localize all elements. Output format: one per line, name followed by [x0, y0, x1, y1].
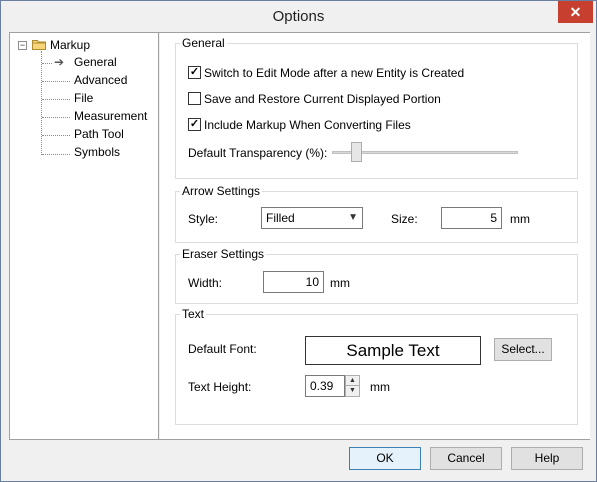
- transparency-slider-thumb[interactable]: [350, 142, 362, 162]
- width-input[interactable]: 10: [263, 271, 324, 293]
- chevron-down-icon: ▼: [348, 212, 358, 223]
- tree-item-label: Path Tool: [74, 127, 124, 141]
- edit-mode-checkbox[interactable]: ✓: [188, 66, 201, 79]
- size-label: Size:: [391, 212, 418, 226]
- spin-up-icon[interactable]: ▲: [346, 376, 359, 386]
- tree-connector: [42, 99, 70, 100]
- eraser-settings-title: Eraser Settings: [180, 247, 267, 261]
- include-markup-checkbox[interactable]: ✓: [188, 118, 201, 131]
- tree-item-label: General: [74, 55, 117, 69]
- text-height-label: Text Height:: [188, 380, 252, 394]
- text-height-spinner[interactable]: ▲ ▼: [345, 375, 360, 397]
- default-font-label: Default Font:: [188, 342, 257, 356]
- selected-arrow-icon: ➔: [54, 55, 65, 69]
- save-restore-checkbox[interactable]: [188, 92, 201, 105]
- tree-connector: [42, 63, 52, 64]
- width-unit: mm: [330, 276, 350, 290]
- tree-collapse-expander[interactable]: −: [18, 41, 27, 50]
- ok-button[interactable]: OK: [349, 447, 421, 470]
- size-unit: mm: [510, 212, 530, 226]
- tree-item-label: Measurement: [74, 109, 148, 123]
- style-select-value: Filled: [266, 211, 295, 225]
- eraser-settings-group: [175, 254, 578, 304]
- width-label: Width:: [188, 276, 223, 290]
- text-group-title: Text: [180, 307, 207, 321]
- include-markup-label: Include Markup When Converting Files: [204, 118, 411, 132]
- window-title: Options: [272, 8, 325, 25]
- help-button[interactable]: Help: [511, 447, 583, 470]
- settings-panel: General ✓ Switch to Edit Mode after a ne…: [160, 33, 590, 439]
- close-button[interactable]: ✕: [558, 1, 593, 23]
- cancel-button[interactable]: Cancel: [430, 447, 502, 470]
- tree-item-label: File: [74, 91, 94, 105]
- tree-connector: [42, 154, 70, 155]
- options-dialog: Options ✕ − Markup ➔ General Advanced Fi…: [0, 0, 597, 482]
- text-group: [175, 314, 578, 425]
- client-area: − Markup ➔ General Advanced File Measure…: [9, 32, 590, 440]
- title-bar: Options ✕: [1, 1, 596, 32]
- font-sample-text: Sample Text: [346, 341, 440, 360]
- dialog-footer: OK Cancel Help: [1, 441, 596, 481]
- tree-item-label: Markup: [50, 38, 91, 52]
- tree-connector: [42, 117, 70, 118]
- general-group-title: General: [180, 36, 227, 50]
- tree-connector: [42, 135, 70, 136]
- style-select[interactable]: Filled ▼: [261, 207, 363, 229]
- transparency-label: Default Transparency (%):: [188, 146, 328, 160]
- text-height-unit: mm: [370, 380, 390, 394]
- folder-icon: [32, 40, 46, 50]
- tree-connector: [42, 81, 70, 82]
- select-font-button[interactable]: Select...: [494, 338, 552, 361]
- tree-connector: [41, 51, 42, 155]
- arrow-settings-title: Arrow Settings: [180, 184, 263, 198]
- edit-mode-label: Switch to Edit Mode after a new Entity i…: [204, 66, 465, 80]
- spin-down-icon[interactable]: ▼: [346, 386, 359, 396]
- tree-item-label: Advanced: [74, 73, 128, 87]
- save-restore-label: Save and Restore Current Displayed Porti…: [204, 92, 441, 106]
- options-tree[interactable]: − Markup ➔ General Advanced File Measure…: [10, 33, 159, 439]
- style-label: Style:: [188, 212, 219, 226]
- size-input[interactable]: 5: [441, 207, 502, 229]
- tree-item-label: Symbols: [74, 145, 121, 159]
- font-sample-box: Sample Text: [305, 336, 481, 365]
- text-height-input[interactable]: 0.39: [305, 375, 345, 397]
